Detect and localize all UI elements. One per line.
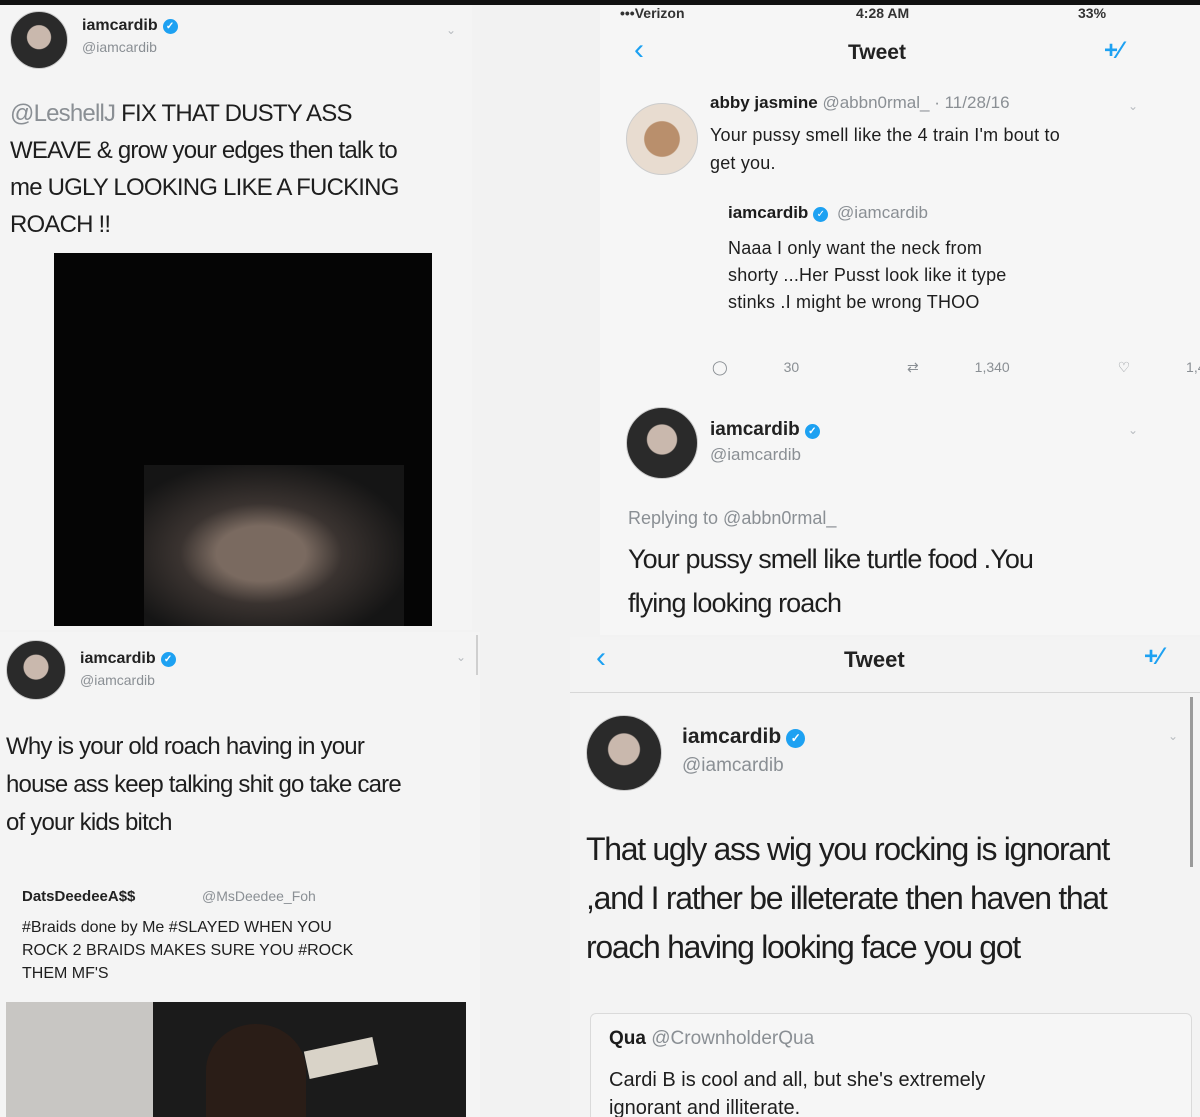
tweet-text: Your pussy smell like the 4 train I'm bo… bbox=[710, 125, 1060, 173]
reply-tweet-text: Your pussy smell like turtle food .You f… bbox=[628, 544, 1034, 618]
tweet-text: @LeshellJ FIX THAT DUSTY ASS WEAVE & gro… bbox=[10, 100, 399, 238]
back-chevron-icon[interactable]: ‹ bbox=[634, 35, 644, 65]
verified-icon: ✓ bbox=[813, 207, 829, 222]
replying-to-label[interactable]: Replying to @abbn0rmal_ bbox=[628, 508, 836, 529]
carrier-label: •••Verizon bbox=[620, 5, 685, 21]
quoted-tweet-header: Qua @CrownholderQua bbox=[609, 1028, 814, 1050]
tweet-photo-redacted[interactable] bbox=[54, 253, 432, 626]
reply-button[interactable]: ◯ 30 bbox=[712, 359, 851, 375]
author-handle: @abbn0rmal_ bbox=[822, 93, 930, 112]
author-handle: @iamcardib bbox=[710, 445, 801, 464]
avatar[interactable] bbox=[626, 407, 698, 479]
verified-icon: ✓ bbox=[804, 424, 820, 439]
quoted-tweet-header: iamcardib ✓ @iamcardib bbox=[728, 203, 928, 223]
time-label: 4:28 AM bbox=[856, 5, 910, 21]
back-chevron-icon[interactable]: ‹ bbox=[596, 643, 606, 673]
author-name[interactable]: iamcardib ✓ bbox=[682, 725, 806, 749]
battery-label: 33% bbox=[1078, 5, 1107, 21]
retweet-icon: ⇄ bbox=[907, 359, 919, 375]
tweet-text: Why is your old roach having in your hou… bbox=[6, 733, 402, 836]
author-name[interactable]: iamcardib ✓ bbox=[710, 419, 820, 441]
like-button[interactable]: ♡ 1,430 bbox=[1118, 359, 1200, 375]
tweet-text: That ugly ass wig you rocking is ignoran… bbox=[586, 831, 1110, 965]
tweet-panel-bottom-right: ‹ Tweet +⁄ iamcardib ✓ @iamcardib ⌄ That … bbox=[570, 637, 1200, 1117]
tweet-panel-top-left: iamcardib ✓ @iamcardib ⌄ @LeshellJ FIX TH… bbox=[0, 5, 472, 630]
verified-icon: ✓ bbox=[160, 652, 176, 667]
author-name[interactable]: iamcardib ✓ bbox=[82, 17, 178, 35]
panel-separator-vertical bbox=[476, 635, 478, 675]
chevron-down-icon[interactable]: ⌄ bbox=[456, 650, 466, 664]
photo-face-region bbox=[144, 465, 404, 626]
tweet-panel-top-right: •••Verizon 4:28 AM 33% ‹ Tweet +⁄ abby j… bbox=[600, 5, 1200, 635]
avatar[interactable] bbox=[6, 640, 66, 700]
quoted-author-name[interactable]: Qua bbox=[609, 1028, 646, 1049]
avatar[interactable] bbox=[626, 103, 698, 175]
quoted-author-handle: @MsDeedee_Foh bbox=[202, 888, 316, 904]
quoted-tweet[interactable]: Qua @CrownholderQua Cardi B is cool and … bbox=[590, 1013, 1192, 1117]
quoted-author-handle: @iamcardib bbox=[837, 203, 928, 222]
scroll-indicator[interactable] bbox=[1190, 697, 1193, 867]
retweet-button[interactable]: ⇄ 1,340 bbox=[907, 359, 1062, 375]
verified-icon: ✓ bbox=[162, 19, 178, 34]
quoted-tweet-text: Naaa I only want the neck from shorty ..… bbox=[728, 238, 1007, 312]
compose-icon[interactable]: +⁄ bbox=[1104, 37, 1122, 65]
quoted-tweet-photo[interactable] bbox=[6, 1002, 466, 1117]
author-handle: @iamcardib bbox=[82, 39, 157, 55]
tweet-panel-bottom-left: iamcardib ✓ @iamcardib ⌄ Why is your old … bbox=[0, 632, 480, 1117]
nav-divider bbox=[570, 692, 1200, 693]
author-name[interactable]: abby jasmine bbox=[710, 93, 818, 112]
like-icon: ♡ bbox=[1117, 359, 1131, 375]
photo-sign-region bbox=[303, 1037, 379, 1079]
quoted-author-name[interactable]: iamcardib bbox=[728, 203, 808, 222]
mention-link[interactable]: @LeshellJ bbox=[10, 100, 116, 127]
avatar[interactable] bbox=[10, 11, 68, 69]
chevron-down-icon[interactable]: ⌄ bbox=[1128, 423, 1138, 437]
status-bar: •••Verizon 4:28 AM 33% bbox=[600, 5, 1200, 25]
tweet-actions: ◯ 30 ⇄ 1,340 ♡ 1,430 ✉ bbox=[712, 359, 1200, 376]
author-handle: @iamcardib bbox=[682, 755, 784, 776]
tweet-date: · 11/28/16 bbox=[934, 93, 1010, 112]
photo-face-region bbox=[206, 1024, 306, 1117]
compose-icon[interactable]: +⁄ bbox=[1144, 643, 1162, 671]
nav-title: Tweet bbox=[848, 41, 906, 64]
reply-icon: ◯ bbox=[712, 359, 728, 375]
original-tweet-header: abby jasmine @abbn0rmal_ · 11/28/16 bbox=[710, 93, 1010, 113]
author-handle: @iamcardib bbox=[80, 672, 155, 688]
author-name[interactable]: iamcardib ✓ bbox=[80, 650, 176, 668]
chevron-down-icon[interactable]: ⌄ bbox=[1168, 729, 1178, 743]
quoted-tweet-text: Cardi B is cool and all, but she's extre… bbox=[609, 1069, 986, 1117]
quoted-author-handle: @CrownholderQua bbox=[651, 1028, 815, 1049]
quoted-author-name[interactable]: DatsDeedeeA$$ bbox=[22, 888, 135, 905]
chevron-down-icon[interactable]: ⌄ bbox=[446, 23, 456, 37]
chevron-down-icon[interactable]: ⌄ bbox=[1128, 99, 1138, 113]
verified-icon: ✓ bbox=[786, 729, 806, 748]
nav-title: Tweet bbox=[844, 647, 905, 672]
quoted-tweet-text: #Braids done by Me #SLAYED WHEN YOU ROCK… bbox=[22, 919, 354, 982]
avatar[interactable] bbox=[586, 715, 662, 791]
